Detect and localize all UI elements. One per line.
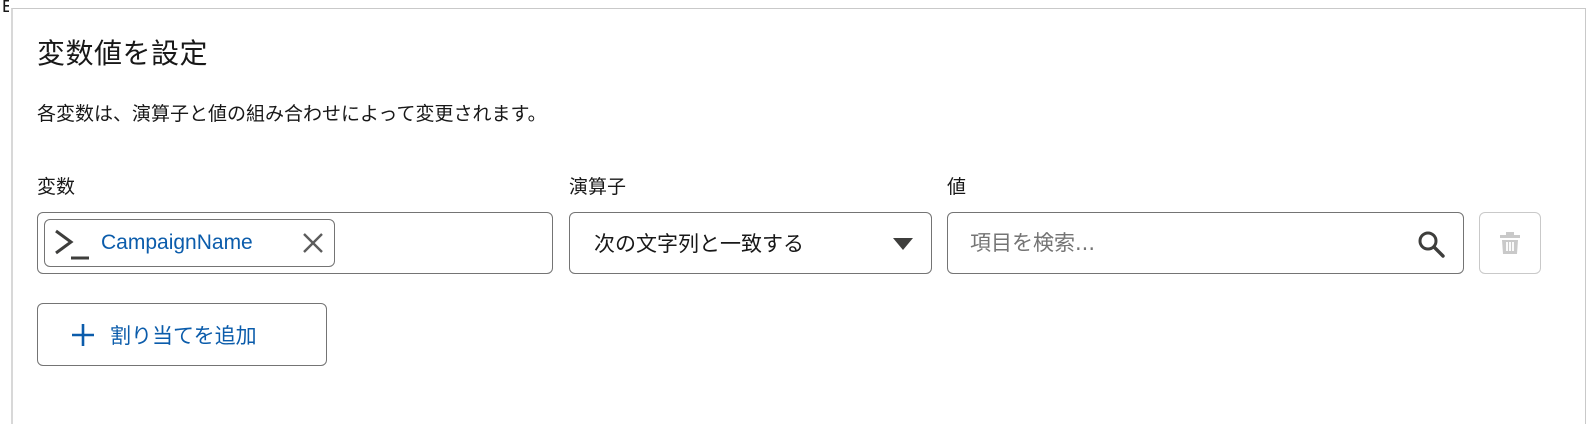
variable-field[interactable]: CampaignName bbox=[37, 212, 553, 274]
plus-icon bbox=[72, 323, 94, 346]
value-field[interactable] bbox=[947, 212, 1464, 274]
caret-down-icon bbox=[893, 238, 913, 250]
operator-select[interactable]: 次の文字列と一致する bbox=[569, 212, 932, 274]
add-assignment-label: 割り当てを追加 bbox=[110, 323, 257, 348]
page: 目 変数値を設定 各変数は、演算子と値の組み合わせによって変更されます。 変数 … bbox=[0, 0, 1590, 424]
section-description: 各変数は、演算子と値の組み合わせによって変更されます。 bbox=[37, 103, 547, 125]
value-search-input[interactable] bbox=[970, 223, 1410, 263]
close-icon[interactable] bbox=[300, 230, 326, 256]
section-title: 変数値を設定 bbox=[37, 37, 209, 70]
variable-column-label: 変数 bbox=[37, 176, 76, 198]
edge-glyph: 目 bbox=[0, 0, 9, 12]
variable-pill[interactable]: CampaignName bbox=[44, 219, 335, 267]
trash-icon bbox=[1500, 232, 1520, 254]
operator-column-label: 演算子 bbox=[569, 176, 627, 198]
add-assignment-button[interactable]: 割り当てを追加 bbox=[37, 303, 327, 366]
value-column-label: 値 bbox=[947, 176, 967, 198]
delete-row-button[interactable] bbox=[1479, 212, 1541, 274]
variable-name: CampaignName bbox=[101, 231, 253, 254]
search-icon bbox=[1418, 231, 1445, 258]
terminal-icon bbox=[55, 229, 89, 260]
operator-selected-value: 次の文字列と一致する bbox=[594, 232, 804, 256]
